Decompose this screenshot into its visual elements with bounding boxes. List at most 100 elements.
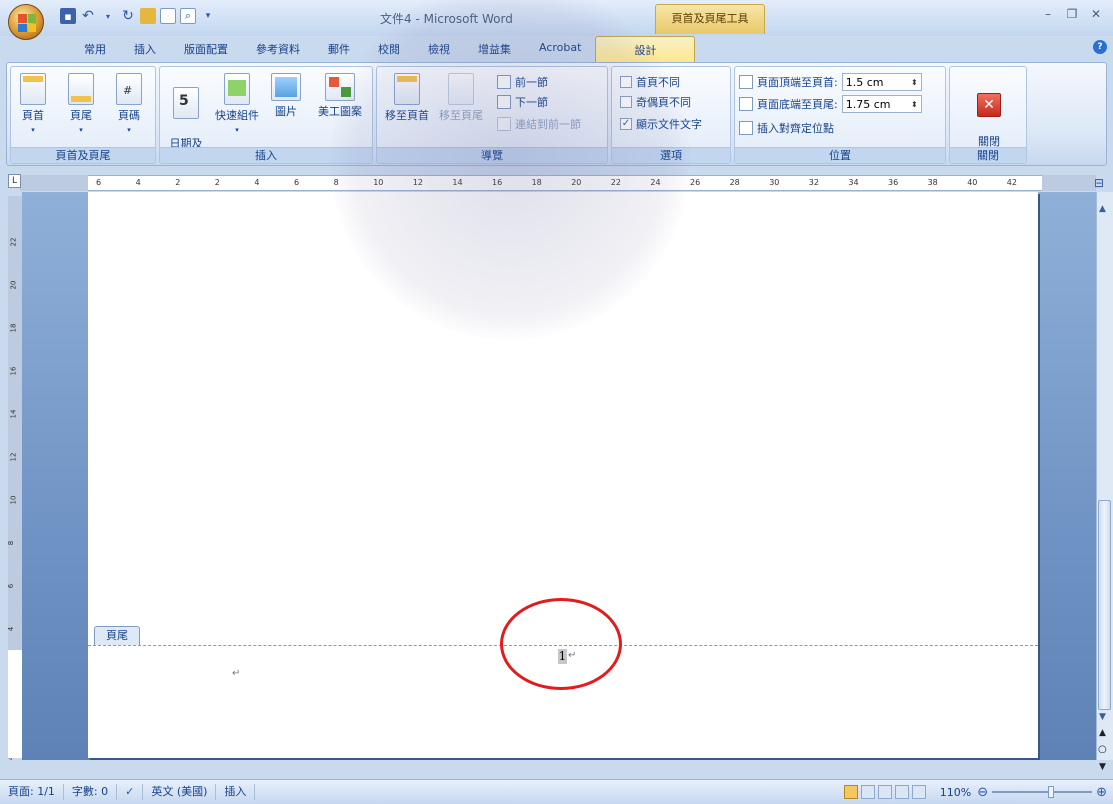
office-button[interactable] — [8, 4, 44, 40]
different-odd-even-option[interactable]: 奇偶頁不同 — [620, 93, 691, 111]
ruler-tick-label: 20 — [571, 178, 582, 187]
help-icon[interactable]: ? — [1093, 40, 1107, 54]
goto-footer-button[interactable]: 移至頁尾 — [435, 73, 487, 123]
clipart-button[interactable]: 美工圖案 — [312, 73, 368, 119]
header-top-spinner[interactable]: 1.5 cm ⬍ — [841, 73, 922, 91]
web-layout-view-icon[interactable] — [877, 785, 892, 799]
quick-parts-button[interactable]: 快速組件 ▾ — [212, 73, 262, 137]
previous-section-button[interactable]: 前一節 — [497, 73, 548, 91]
zoom-level[interactable]: 110% — [934, 786, 977, 799]
group-header-footer: 頁首 ▾ 頁尾 ▾ # 頁碼 ▾ 頁首及頁尾 — [10, 66, 156, 164]
tab-addins[interactable]: 增益集 — [464, 36, 525, 62]
open-icon[interactable] — [140, 8, 156, 24]
scrollbar-thumb[interactable] — [1098, 500, 1111, 710]
insert-align-tab-button[interactable]: 插入對齊定位點 — [739, 119, 834, 137]
group-label: 選項 — [612, 147, 730, 163]
show-document-text-option[interactable]: ✓ 顯示文件文字 — [620, 115, 702, 133]
calendar-icon: 5 — [173, 87, 199, 119]
minimize-icon[interactable]: – — [1040, 6, 1056, 22]
new-document-icon[interactable] — [160, 8, 176, 24]
ruler-tick-label: 18 — [531, 178, 542, 187]
quick-parts-label: 快速組件 — [215, 109, 259, 122]
tab-page-layout[interactable]: 版面配置 — [170, 36, 242, 62]
vertical-ruler-margin — [8, 650, 22, 758]
undo-icon[interactable]: ↶ — [80, 8, 96, 24]
ruler-tick-label: 30 — [769, 178, 780, 187]
goto-header-button[interactable]: 移至頁首 — [381, 73, 433, 123]
tab-selector[interactable]: L — [8, 174, 21, 188]
tab-mailings[interactable]: 郵件 — [314, 36, 364, 62]
footer-bottom-spinner[interactable]: 1.75 cm ⬍ — [841, 95, 922, 113]
zoom-out-icon[interactable]: ⊖ — [977, 785, 988, 800]
different-first-page-option[interactable]: 首頁不同 — [620, 73, 680, 91]
zoom-slider[interactable] — [992, 786, 1093, 798]
tab-view[interactable]: 檢視 — [414, 36, 464, 62]
ruler-toggle-icon[interactable]: ⊟ — [1094, 176, 1104, 190]
ruler-tick-label: 34 — [848, 178, 859, 187]
tab-acrobat[interactable]: Acrobat — [525, 36, 595, 62]
group-options: 首頁不同 奇偶頁不同 ✓ 顯示文件文字 選項 — [611, 66, 731, 164]
full-screen-view-icon[interactable] — [860, 785, 875, 799]
ruler-tick-label: 6 — [294, 178, 300, 187]
tab-references[interactable]: 參考資料 — [242, 36, 314, 62]
footer-position-icon — [739, 97, 753, 111]
show-text-checkbox[interactable]: ✓ — [620, 118, 632, 130]
zoom-in-icon[interactable]: ⊕ — [1096, 785, 1113, 800]
customize-qat-icon[interactable]: ▾ — [200, 8, 216, 24]
tab-insert[interactable]: 插入 — [120, 36, 170, 62]
footer-button[interactable]: 頁尾 ▾ — [61, 73, 101, 137]
different-first-checkbox[interactable] — [620, 76, 632, 88]
horizontal-ruler[interactable]: 6 4 2 2 4 6 8 10 12 14 16 18 20 22 24 26 28 30 32 34 36 38 40 4… — [88, 175, 1042, 191]
goto-footer-icon — [448, 73, 474, 105]
header-button[interactable]: 頁首 ▾ — [13, 73, 53, 137]
status-page[interactable]: 頁面: 1/1 — [0, 784, 64, 800]
save-icon[interactable]: ▪ — [60, 8, 76, 24]
browse-object-icon[interactable]: ○ — [1098, 744, 1107, 755]
restore-icon[interactable]: ❐ — [1064, 6, 1080, 22]
ruler-tick-label: 8 — [7, 540, 16, 546]
different-odd-even-label: 奇偶頁不同 — [636, 96, 691, 109]
next-section-label: 下一節 — [515, 96, 548, 109]
chevron-down-icon: ▾ — [235, 126, 239, 134]
ribbon-tabs: 常用 插入 版面配置 參考資料 郵件 校閱 檢視 增益集 Acrobat 設計 — [60, 36, 696, 62]
status-language[interactable]: 英文 (美國) — [143, 784, 217, 800]
outline-view-icon[interactable] — [894, 785, 909, 799]
ruler-tick-label: 22 — [610, 178, 621, 187]
ribbon: 頁首▾ 頁尾▾ # 頁碼▾ 頁首及頁尾 5 日期及 時間 快速組件▾ 圖片 美工… — [6, 62, 1107, 166]
spinner-arrows-icon[interactable]: ⬍ — [911, 100, 918, 109]
next-section-icon — [497, 95, 511, 109]
context-tools-title: 頁首及頁尾工具 — [655, 4, 765, 34]
close-window-icon[interactable]: ✕ — [1088, 6, 1104, 22]
draft-view-icon[interactable] — [911, 785, 926, 799]
zoom-slider-thumb[interactable] — [1048, 786, 1055, 798]
next-section-button[interactable]: 下一節 — [497, 93, 548, 111]
proofing-icon[interactable]: ✓ — [117, 784, 144, 800]
tab-design[interactable]: 設計 — [595, 36, 696, 62]
next-page-icon[interactable]: ▼ — [1099, 762, 1106, 772]
ruler-tick-label: 16 — [492, 178, 503, 187]
tab-review[interactable]: 校閱 — [364, 36, 414, 62]
link-previous-button[interactable]: 連結到前一節 — [497, 115, 581, 133]
redo-icon[interactable]: ↻ — [120, 8, 136, 24]
spinner-arrows-icon[interactable]: ⬍ — [911, 78, 918, 87]
status-words[interactable]: 字數: 0 — [64, 784, 118, 800]
scroll-down-icon[interactable]: ▼ — [1099, 712, 1106, 722]
scroll-up-icon[interactable]: ▲ — [1099, 204, 1106, 214]
previous-page-icon[interactable]: ▲ — [1099, 728, 1106, 738]
picture-icon — [271, 73, 301, 101]
page-number-button[interactable]: # 頁碼 ▾ — [109, 73, 149, 137]
different-odd-even-checkbox[interactable] — [620, 96, 632, 108]
show-text-label: 顯示文件文字 — [636, 118, 702, 131]
ruler-tick-label: 8 — [333, 178, 339, 187]
header-top-value: 1.5 cm — [845, 75, 884, 89]
ruler-tick-label: 10 — [373, 178, 384, 187]
picture-button[interactable]: 圖片 — [266, 73, 306, 119]
ruler-tick-label: 12 — [9, 452, 18, 462]
print-layout-view-icon[interactable] — [843, 785, 858, 799]
ruler-tick-label: 42 — [1006, 178, 1017, 187]
status-mode[interactable]: 插入 — [216, 784, 256, 800]
tab-home[interactable]: 常用 — [70, 36, 120, 62]
undo-dropdown-icon[interactable]: ▾ — [100, 8, 116, 24]
link-icon — [497, 117, 511, 131]
print-preview-icon[interactable]: ⌕ — [180, 8, 196, 24]
